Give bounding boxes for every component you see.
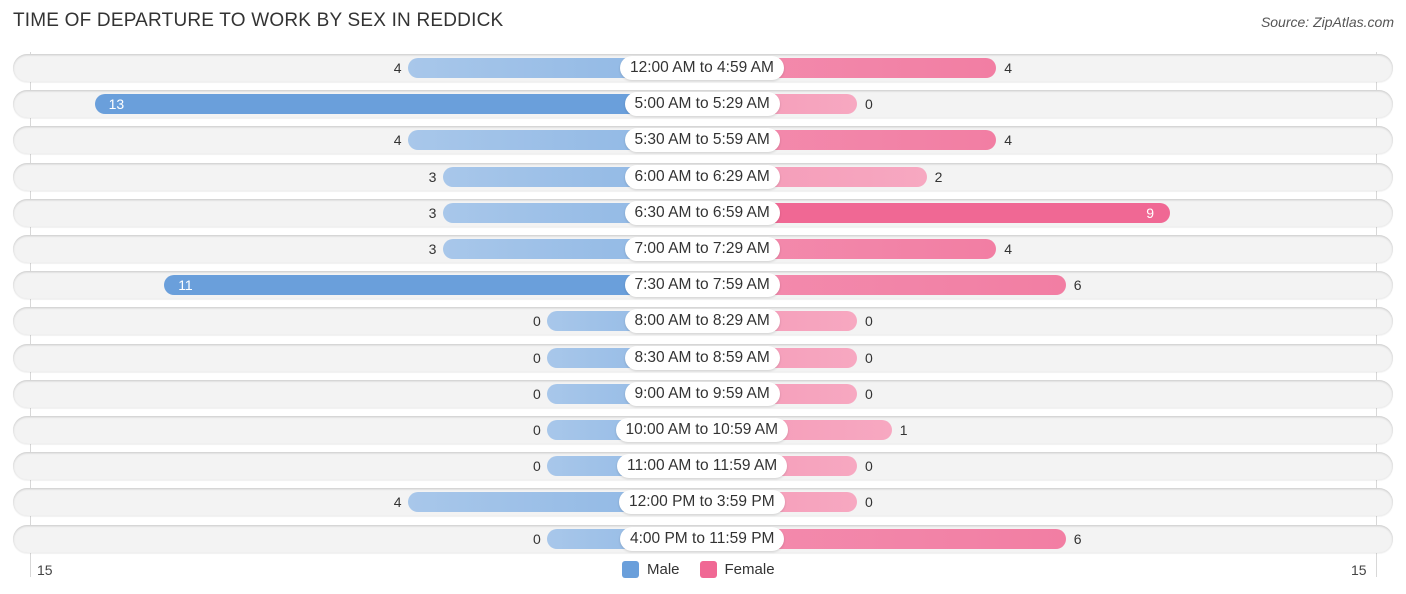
male-value-label: 0 xyxy=(533,458,541,475)
male-value-label: 3 xyxy=(428,204,437,221)
female-value-label: 0 xyxy=(865,494,873,511)
category-label: 5:30 AM to 5:59 AM xyxy=(624,128,780,153)
female-value-label: 9 xyxy=(1146,204,1154,221)
female-value-label: 4 xyxy=(1004,241,1012,257)
legend-item-male[interactable]: Male xyxy=(622,561,680,578)
category-label: 12:00 AM to 4:59 AM xyxy=(620,56,784,80)
category-label: 9:00 AM to 9:59 AM xyxy=(624,381,780,406)
category-label: 12:00 PM to 3:59 PM xyxy=(619,490,785,515)
axis-tick-right: 15 xyxy=(1351,562,1367,578)
female-value-label: 0 xyxy=(865,458,873,475)
source-label: Source: ZipAtlas.com xyxy=(1260,14,1394,30)
category-label: 4:00 PM to 11:59 PM xyxy=(620,526,785,551)
male-value-label: 4 xyxy=(393,494,402,511)
male-value-label: 0 xyxy=(533,530,541,547)
legend-swatch-female xyxy=(699,561,717,578)
female-value-label: 0 xyxy=(865,349,873,366)
female-value-label: 4 xyxy=(1004,132,1012,149)
male-value-label: 0 xyxy=(533,422,541,438)
category-label: 10:00 AM to 10:59 AM xyxy=(615,418,789,442)
category-label: 6:30 AM to 6:59 AM xyxy=(624,200,780,225)
female-value-label: 0 xyxy=(865,313,873,330)
category-label: 5:00 AM to 5:29 AM xyxy=(624,92,780,117)
female-value-label: 0 xyxy=(865,385,873,402)
male-value-label: 3 xyxy=(428,241,437,257)
legend-label-female: Female xyxy=(724,561,775,578)
legend-item-female[interactable]: Female xyxy=(699,561,775,578)
male-bar[interactable] xyxy=(94,94,702,115)
male-value-label: 3 xyxy=(428,168,437,185)
female-value-label: 4 xyxy=(1004,60,1012,76)
male-value-label: 0 xyxy=(533,385,541,402)
male-value-label: 0 xyxy=(533,313,541,330)
male-value-label: 0 xyxy=(533,349,541,366)
legend-swatch-male xyxy=(622,561,639,578)
category-label: 6:00 AM to 6:29 AM xyxy=(624,164,780,189)
category-label: 8:00 AM to 8:29 AM xyxy=(624,309,780,334)
female-value-label: 1 xyxy=(899,422,908,438)
male-value-label: 4 xyxy=(393,132,402,149)
legend: Male Female xyxy=(622,561,787,578)
category-label: 11:00 AM to 11:59 AM xyxy=(617,454,788,479)
axis-tick-left: 15 xyxy=(37,562,53,578)
legend-label-male: Male xyxy=(647,561,680,578)
male-value-label: 11 xyxy=(178,277,193,294)
male-value-label: 4 xyxy=(393,60,402,76)
female-value-label: 2 xyxy=(934,168,943,185)
category-label: 7:00 AM to 7:29 AM xyxy=(624,237,780,261)
female-value-label: 0 xyxy=(865,96,873,113)
chart-title: TIME OF DEPARTURE TO WORK BY SEX IN REDD… xyxy=(13,10,504,31)
female-value-label: 6 xyxy=(1073,530,1082,547)
male-value-label: 13 xyxy=(108,96,125,113)
category-label: 8:30 AM to 8:59 AM xyxy=(624,345,780,370)
category-label: 7:30 AM to 7:59 AM xyxy=(624,273,780,298)
female-value-label: 6 xyxy=(1073,277,1082,294)
male-bar[interactable] xyxy=(164,275,702,296)
